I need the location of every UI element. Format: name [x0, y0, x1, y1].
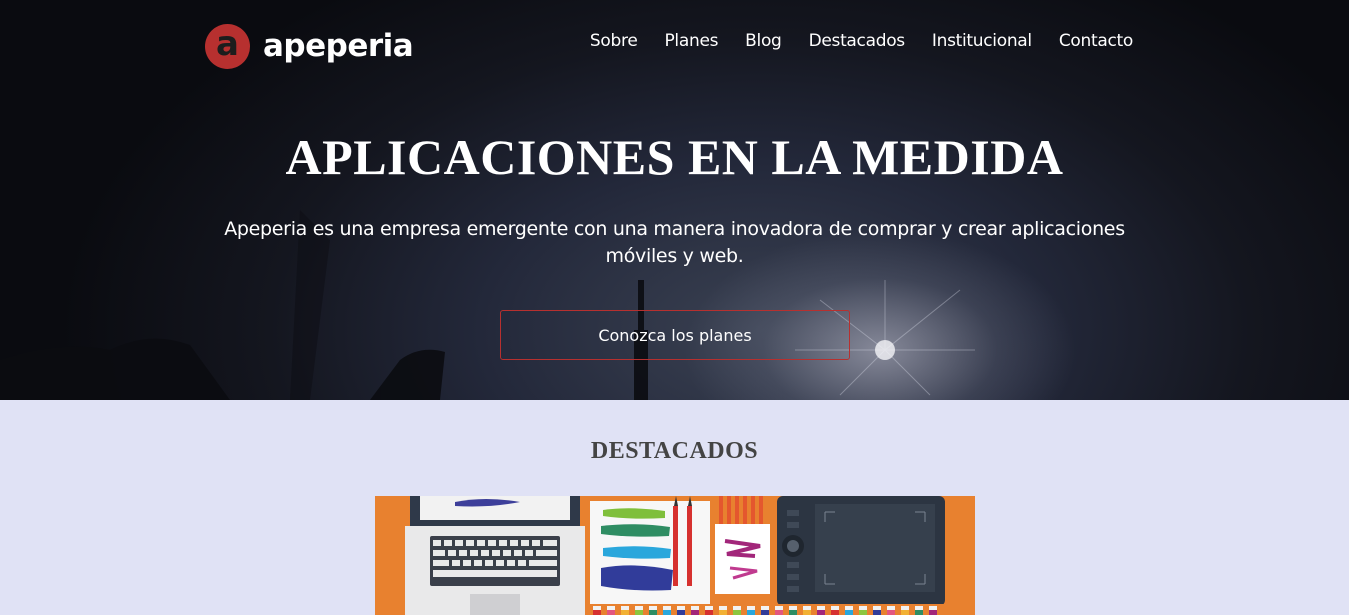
featured-section: DESTACADOS	[0, 400, 1349, 615]
hero-subtitle: Apeperia es una empresa emergente con un…	[224, 218, 1125, 267]
hero-title: APLICACIONES EN LA MEDIDA	[285, 129, 1064, 185]
main-nav: Sobre Planes Blog Destacados Institucion…	[590, 31, 1133, 51]
nav-item-institucional[interactable]: Institucional	[932, 31, 1032, 51]
nav-item-destacados[interactable]: Destacados	[809, 31, 906, 51]
nav-item-blog[interactable]: Blog	[745, 31, 782, 51]
view-plans-button[interactable]: Conozca los planes	[500, 310, 850, 360]
nav-item-planes[interactable]: Planes	[664, 31, 718, 51]
nav-item-sobre[interactable]: Sobre	[590, 31, 638, 51]
nav-item-contacto[interactable]: Contacto	[1059, 31, 1133, 51]
hero-banner: a apeperia Sobre Planes Blog Destacados …	[0, 0, 1349, 400]
brand-logo-icon: a	[205, 23, 250, 69]
brand-name: apeperia	[263, 28, 414, 64]
brand-logo[interactable]: a apeperia	[205, 23, 414, 69]
design-tools-illustration	[375, 496, 975, 615]
featured-image[interactable]	[375, 496, 975, 615]
section-title: DESTACADOS	[590, 438, 759, 464]
